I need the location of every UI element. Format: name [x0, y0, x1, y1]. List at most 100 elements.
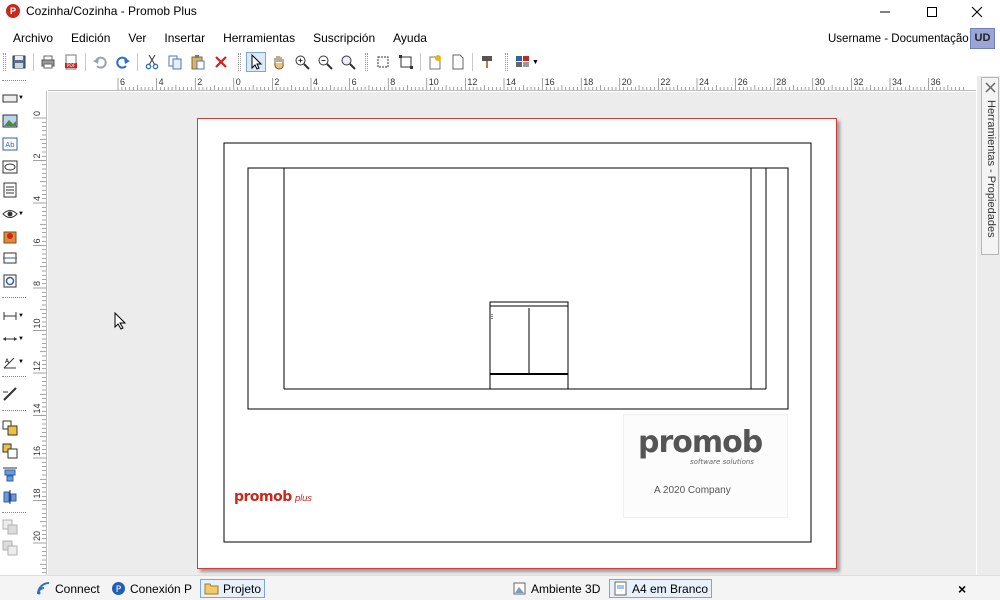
ruler-tick-label: 6 [352, 77, 357, 87]
frame-icon [3, 252, 17, 264]
draw-rectangle-tool[interactable]: ▼ [2, 88, 26, 108]
insert-text-tool[interactable]: Ab [2, 134, 26, 154]
company-logo-block: promob software solutions A 2020 Company [623, 414, 788, 518]
refresh-view-tool[interactable] [2, 271, 26, 291]
toolbar-grip[interactable] [505, 53, 508, 71]
toolbar-grip[interactable] [365, 53, 368, 71]
promob-app-icon[interactable]: P [6, 4, 20, 18]
delete-button[interactable] [211, 52, 231, 72]
maximize-button[interactable] [909, 0, 955, 23]
cut-button[interactable] [142, 52, 162, 72]
new-page-button[interactable] [448, 52, 468, 72]
fit-area-button[interactable] [396, 52, 416, 72]
ruler-tick-label: 16 [32, 446, 42, 456]
a4-page[interactable]: promob plus promob software solutions A 2… [197, 118, 837, 569]
svg-text:PDF: PDF [67, 63, 76, 69]
bring-forward-tool[interactable] [2, 517, 26, 537]
ungroup-tool[interactable] [2, 441, 26, 461]
save-button[interactable] [9, 52, 29, 72]
ruler-tick-label: 14 [506, 77, 516, 87]
zoom-search-button[interactable] [338, 52, 358, 72]
tab-conexion-p[interactable]: P Conexión P [108, 579, 195, 598]
base-cabinet[interactable] [489, 301, 569, 389]
pdf-export-button[interactable]: PDF [61, 52, 81, 72]
measure-tool[interactable] [2, 384, 26, 404]
redo-button[interactable] [113, 52, 133, 72]
redo-icon [116, 56, 130, 69]
angle-dimension-tool[interactable]: A ▼ [2, 352, 26, 372]
title-bar: P Cozinha/Cozinha - Promob Plus [0, 0, 1000, 23]
toolbox-separator [2, 512, 26, 513]
align-center-tool[interactable] [2, 487, 26, 507]
undo-button[interactable] [90, 52, 110, 72]
toolbar-grip[interactable] [3, 53, 6, 71]
pdf-export-icon: PDF [65, 54, 77, 70]
menu-insertar[interactable]: Insertar [155, 30, 214, 46]
user-avatar[interactable]: UD [970, 28, 995, 49]
angle-dimension-icon: A [3, 357, 16, 369]
view-ambiente-3d[interactable]: Ambiente 3D [509, 579, 603, 598]
align-top-tool[interactable] [2, 464, 26, 484]
minimize-button[interactable] [862, 0, 908, 23]
select-box-button[interactable] [373, 52, 393, 72]
tab-connect[interactable]: Connect [33, 579, 103, 598]
menu-edicion[interactable]: Edición [62, 30, 119, 46]
dimension-tool[interactable]: ▼ [2, 306, 26, 326]
tab-connect-label: Connect [55, 581, 100, 596]
zoom-out-button[interactable] [315, 52, 335, 72]
select-pointer-button[interactable] [246, 52, 266, 72]
insert-image-tool[interactable] [2, 111, 26, 131]
color-palette-icon [516, 56, 530, 67]
chevron-down-icon: ▼ [18, 359, 24, 365]
toolbar-separator [33, 53, 34, 71]
mouse-cursor-icon [114, 312, 126, 330]
view-angle-tool[interactable]: ▼ [2, 204, 26, 224]
close-window-button[interactable] [954, 0, 1000, 23]
group-tool[interactable] [2, 418, 26, 438]
select-pointer-icon [251, 54, 263, 70]
paste-icon [191, 55, 205, 70]
copy-button[interactable] [165, 52, 185, 72]
view-a4-em-branco[interactable]: A4 em Branco [609, 579, 713, 598]
ruler-tick-label: 34 [892, 77, 902, 87]
rectangle-icon [2, 94, 18, 103]
view-a4-em-branco-label: A4 em Branco [632, 581, 709, 596]
menu-ver[interactable]: Ver [119, 30, 155, 46]
ruler-tick-label: 2 [197, 77, 202, 87]
render-tool[interactable] [2, 227, 26, 247]
insert-object-tool[interactable] [2, 157, 26, 177]
ruler-tick-label: 24 [699, 77, 709, 87]
color-palette-dropdown[interactable]: ▼ [513, 52, 541, 72]
frame-tool[interactable] [2, 248, 26, 268]
object-icon [2, 160, 18, 174]
ruler-tick-label: 12 [467, 77, 477, 87]
properties-button[interactable] [425, 52, 445, 72]
menu-archivo[interactable]: Archivo [4, 30, 62, 46]
sheet-icon [614, 581, 627, 596]
toolbar-separator [85, 53, 86, 71]
menu-suscripcion[interactable]: Suscripción [304, 30, 384, 46]
format-painter-button[interactable] [477, 52, 497, 72]
ruler-tick-label: 18 [583, 77, 593, 87]
dimension-icon [3, 312, 17, 320]
format-painter-icon [482, 56, 492, 68]
ruler-tick-label: 6 [32, 238, 42, 243]
zoom-in-button[interactable] [292, 52, 312, 72]
drawing-canvas[interactable]: promob plus promob software solutions A 2… [48, 92, 976, 575]
tab-projeto[interactable]: Projeto [200, 579, 266, 598]
print-button[interactable] [38, 52, 58, 72]
user-name-label[interactable]: Username - Documentação [828, 33, 969, 45]
send-backward-icon [2, 540, 18, 556]
menu-herramientas[interactable]: Herramientas [214, 30, 304, 46]
paste-button[interactable] [188, 52, 208, 72]
close-view-button[interactable]: × [958, 581, 966, 597]
ruler-tick-label: 0 [32, 111, 42, 116]
ruler-tick-label: 32 [853, 77, 863, 87]
linear-dimension-tool[interactable]: ▼ [2, 329, 26, 349]
insert-list-tool[interactable] [2, 180, 26, 200]
send-backward-tool[interactable] [2, 538, 26, 558]
list-icon [3, 182, 17, 198]
pan-hand-button[interactable] [269, 52, 289, 72]
menu-ayuda[interactable]: Ayuda [384, 30, 436, 46]
toolbar-grip[interactable] [238, 53, 241, 71]
